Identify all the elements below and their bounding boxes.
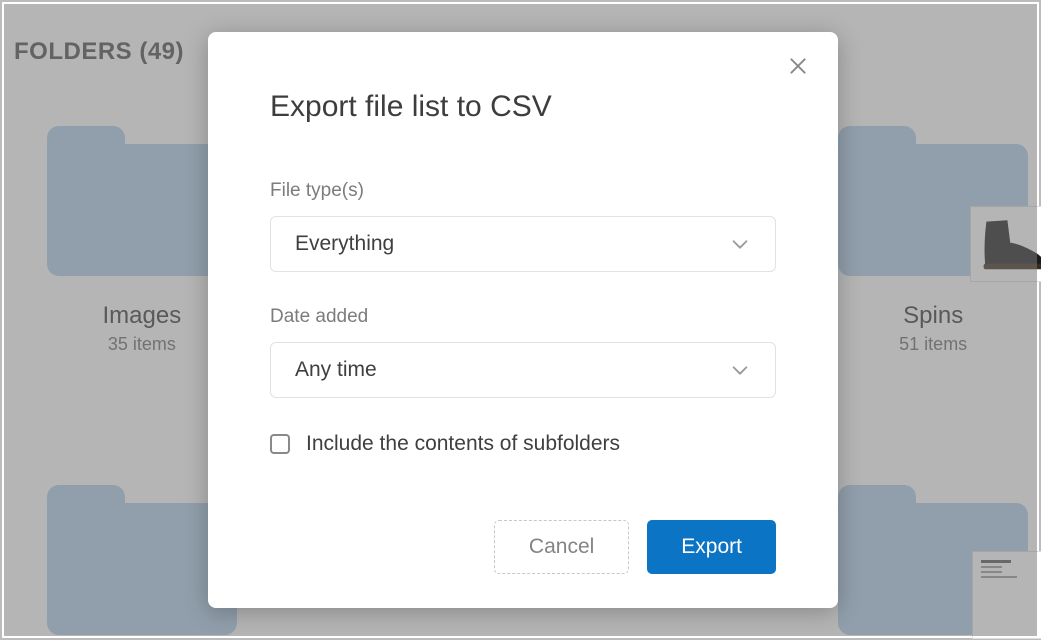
date-added-select[interactable]: Any time	[270, 342, 776, 398]
date-added-label: Date added	[270, 306, 776, 328]
file-type-select[interactable]: Everything	[270, 216, 776, 272]
chevron-down-icon	[729, 233, 751, 255]
export-button[interactable]: Export	[647, 520, 776, 574]
include-subfolders-label: Include the contents of subfolders	[306, 432, 620, 456]
cancel-button-label: Cancel	[529, 535, 594, 559]
include-subfolders-checkbox[interactable]: Include the contents of subfolders	[270, 432, 776, 456]
cancel-button[interactable]: Cancel	[494, 520, 629, 574]
file-type-value: Everything	[295, 232, 394, 256]
dialog-title: Export file list to CSV	[270, 90, 776, 124]
dialog-actions: Cancel Export	[270, 520, 776, 574]
chevron-down-icon	[729, 359, 751, 381]
file-type-label: File type(s)	[270, 180, 776, 202]
export-csv-dialog: Export file list to CSV File type(s) Eve…	[208, 32, 838, 608]
checkbox-box	[270, 434, 290, 454]
close-button[interactable]	[784, 52, 812, 80]
close-icon	[788, 56, 808, 76]
date-added-value: Any time	[295, 358, 377, 382]
export-button-label: Export	[681, 535, 742, 559]
